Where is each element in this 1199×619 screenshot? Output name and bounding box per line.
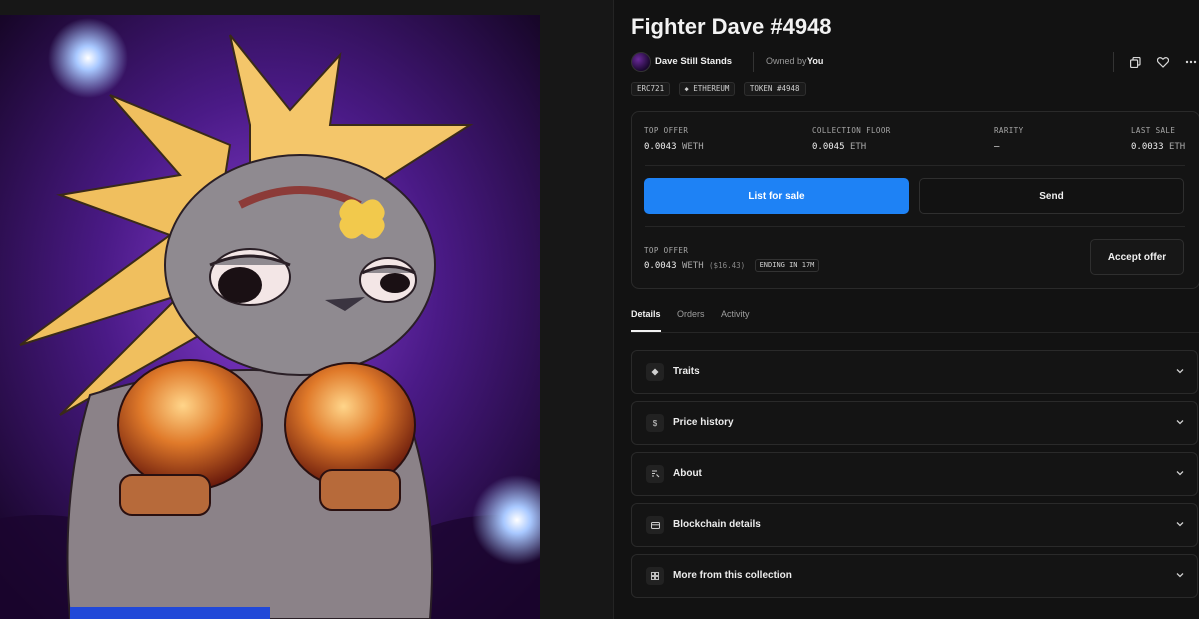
more-from-collection-section[interactable]: More from this collection (631, 554, 1198, 598)
dollar-icon: $ (646, 414, 664, 432)
fighter-artwork-illustration (0, 15, 540, 619)
rarity-value: – (994, 142, 1000, 152)
offer-expiry-badge: ENDING IN 17M (754, 259, 820, 272)
chevron-down-icon (1176, 522, 1184, 527)
tag-standard: ERC721 (631, 82, 671, 96)
section-label: About (673, 468, 702, 479)
divider (1113, 52, 1114, 72)
top-offer-value: 0.0043 WETH (644, 142, 704, 152)
last-sale-label: LAST SALE (1131, 126, 1176, 135)
more-options-icon[interactable] (1181, 52, 1199, 72)
creator-avatar[interactable] (631, 52, 651, 72)
active-offer-label: TOP OFFER (644, 246, 689, 255)
section-label: Traits (673, 366, 700, 377)
nft-artwork[interactable] (0, 15, 540, 619)
ethereum-icon: ◆ (684, 85, 689, 93)
accept-offer-button[interactable]: Accept offer (1090, 239, 1184, 275)
tab-activity[interactable]: Activity (721, 309, 750, 331)
owner-label: Owned by (766, 56, 807, 66)
chevron-down-icon (1176, 471, 1184, 476)
section-label: Blockchain details (673, 519, 761, 530)
copy-icon[interactable] (1125, 52, 1145, 72)
tag-chain: ◆ ETHEREUM (678, 82, 736, 96)
traits-section[interactable]: Traits (631, 350, 1198, 394)
divider (645, 226, 1185, 227)
chevron-down-icon (1176, 573, 1184, 578)
chain-icon (646, 516, 664, 534)
list-for-sale-button[interactable]: List for sale (644, 178, 909, 214)
chevron-down-icon (1176, 420, 1184, 425)
send-button[interactable]: Send (919, 178, 1184, 214)
chevron-down-icon (1176, 369, 1184, 374)
active-offer-unit: WETH (681, 261, 704, 271)
about-section[interactable]: About (631, 452, 1198, 496)
top-offer-label: TOP OFFER (644, 126, 689, 135)
active-offer-usd: ($16.43) (709, 261, 746, 270)
blockchain-details-section[interactable]: Blockchain details (631, 503, 1198, 547)
meta-row: Dave Still Stands Owned by You (631, 52, 1199, 72)
media-pane (0, 0, 614, 619)
tab-details[interactable]: Details (631, 309, 661, 332)
heart-icon[interactable] (1153, 52, 1173, 72)
section-label: Price history (673, 417, 734, 428)
rarity-label: RARITY (994, 126, 1024, 135)
diamond-icon (646, 363, 664, 381)
tag-chain-label: ETHEREUM (693, 84, 730, 93)
divider (753, 52, 754, 72)
active-offer-details: 0.0043 WETH ($16.43) ENDING IN 17M (644, 259, 820, 272)
tag-list: ERC721 ◆ ETHEREUM TOKEN #4948 (631, 82, 810, 96)
divider (645, 165, 1185, 166)
offer-card: TOP OFFER 0.0043 WETH COLLECTION FLOOR 0… (631, 111, 1199, 289)
owner-link[interactable]: You (807, 56, 823, 66)
tab-bar: Details Orders Activity (631, 309, 1199, 333)
price-history-section[interactable]: $ Price history (631, 401, 1198, 445)
creator-link[interactable]: Dave Still Stands (655, 56, 732, 67)
info-icon (646, 465, 664, 483)
collection-floor-label: COLLECTION FLOOR (812, 126, 891, 135)
active-offer-value: 0.0043 (644, 261, 677, 271)
grid-icon (646, 567, 664, 585)
section-label: More from this collection (673, 570, 792, 581)
details-pane: Fighter Dave #4948 Dave Still Stands Own… (614, 0, 1199, 619)
last-sale-value: 0.0033 ETH (1131, 142, 1186, 152)
collection-floor-value: 0.0045 ETH (812, 142, 867, 152)
tag-token: TOKEN #4948 (743, 82, 806, 96)
asset-title: Fighter Dave #4948 (631, 14, 832, 39)
tab-orders[interactable]: Orders (677, 309, 705, 331)
